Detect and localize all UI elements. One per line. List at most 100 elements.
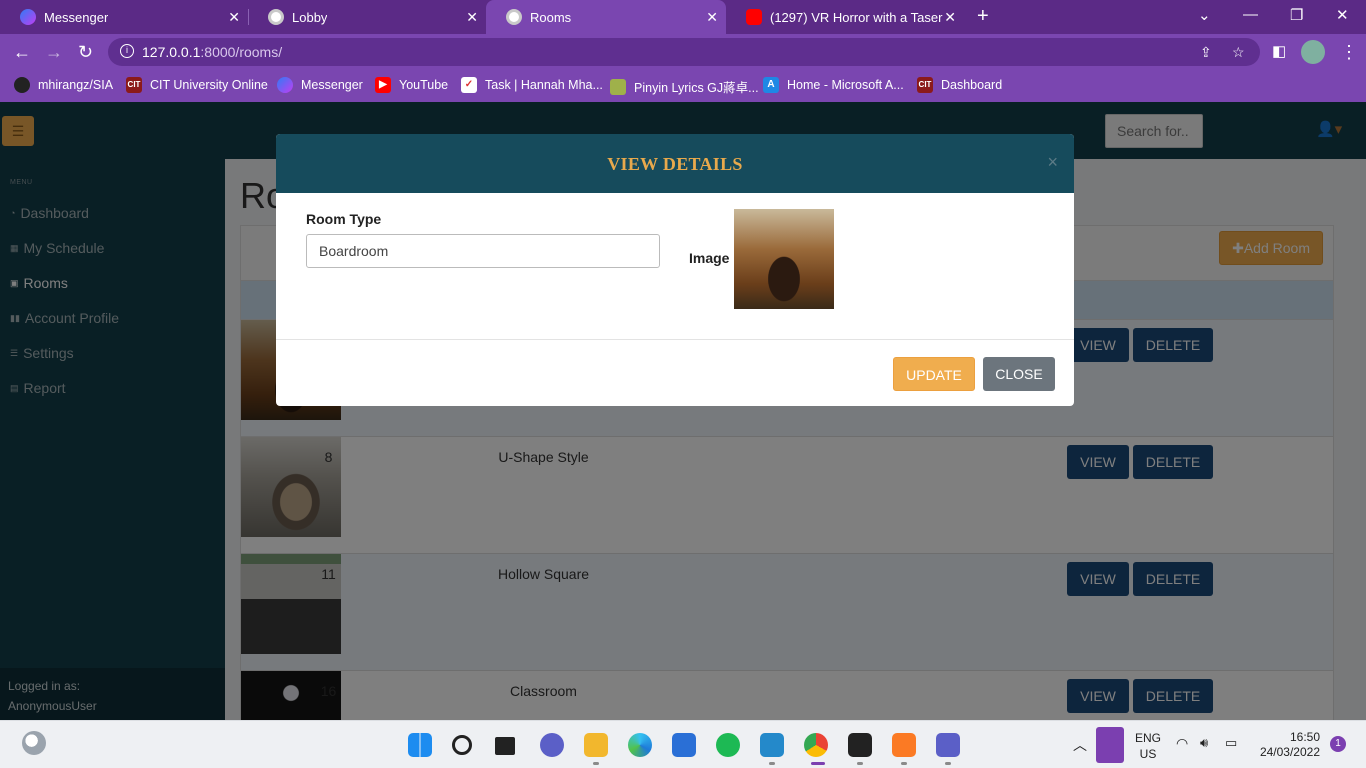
- modal-header: VIEW DETAILS ×: [276, 134, 1074, 193]
- task-view-icon[interactable]: [495, 737, 515, 755]
- bookmark-dashboard[interactable]: CIT Dashboard: [917, 77, 1002, 93]
- close-icon[interactable]: ✕: [228, 9, 240, 25]
- share-icon[interactable]: ⇪: [1200, 44, 1212, 61]
- windows-start-icon[interactable]: [408, 733, 432, 757]
- search-icon[interactable]: [452, 735, 472, 755]
- bookmark-cit[interactable]: CIT CIT University Online: [126, 77, 268, 93]
- url-input[interactable]: i 127.0.0.1:8000/rooms/ ⇪ ☆: [108, 38, 1260, 66]
- task-icon: ✓: [461, 77, 477, 93]
- bookmark-label: Messenger: [301, 78, 363, 92]
- spotify-icon[interactable]: [716, 733, 740, 757]
- region-code: US: [1139, 747, 1157, 761]
- tab-title: Lobby: [292, 9, 328, 25]
- forward-icon[interactable]: →: [45, 42, 63, 62]
- tab-youtube[interactable]: (1297) VR Horror with a Taser | D ✕: [726, 0, 964, 34]
- update-button[interactable]: UPDATE: [893, 357, 975, 391]
- close-icon[interactable]: ✕: [466, 9, 478, 25]
- bookmark-label: YouTube: [399, 78, 449, 92]
- bookmarks-bar: mhirangz/SIA CIT CIT University Online Me…: [0, 70, 1366, 102]
- close-button[interactable]: CLOSE: [983, 357, 1055, 391]
- azure-icon: A: [763, 77, 779, 93]
- running-indicator: [593, 762, 599, 765]
- running-indicator: [945, 762, 951, 765]
- language-code: ENG: [1135, 731, 1162, 745]
- bookmark-azure[interactable]: A Home - Microsoft A...: [763, 77, 904, 93]
- wifi-icon[interactable]: ◠: [1176, 735, 1188, 752]
- reload-icon[interactable]: ↻: [78, 42, 93, 62]
- terminal-icon[interactable]: [848, 733, 872, 757]
- messenger-icon: [277, 77, 293, 93]
- url-host: 127.0.0.1: [142, 44, 201, 60]
- bookmark-label: Task | Hannah Mha...: [485, 78, 603, 92]
- xampp-icon[interactable]: [892, 733, 916, 757]
- tab-messenger[interactable]: Messenger ✕: [0, 0, 248, 34]
- language-indicator[interactable]: ENG US: [1135, 730, 1161, 762]
- youtube-icon: [746, 9, 762, 25]
- clock-time: 16:50: [1289, 730, 1320, 744]
- bookmark-github[interactable]: mhirangz/SIA: [14, 77, 113, 93]
- bookmark-pinyin[interactable]: Pinyin Lyrics GJ蔣卓...: [610, 77, 759, 96]
- bookmark-label: Home - Microsoft A...: [787, 78, 904, 92]
- star-icon[interactable]: ☆: [1232, 44, 1245, 61]
- clock-date: 24/03/2022: [1259, 745, 1320, 759]
- bookmark-label: mhirangz/SIA: [38, 78, 114, 92]
- tab-lobby[interactable]: Lobby ✕: [248, 0, 486, 34]
- image-label: Image: [689, 250, 730, 266]
- browser-tab-bar: Messenger ✕ Lobby ✕ Rooms ✕ (1297) VR Ho…: [0, 0, 1366, 34]
- tab-title: Rooms: [530, 9, 572, 25]
- globe-icon: [506, 9, 522, 25]
- github-icon: [14, 77, 30, 93]
- url-text: 127.0.0.1:8000/rooms/: [142, 44, 282, 60]
- messenger-icon: [20, 9, 36, 25]
- restore-icon[interactable]: ❐: [1290, 6, 1303, 24]
- profile-avatar[interactable]: [1301, 40, 1325, 64]
- view-details-modal: VIEW DETAILS × Room Type Boardroom Image…: [276, 134, 1074, 406]
- modal-close-icon[interactable]: ×: [1047, 152, 1058, 173]
- bookmark-label: Dashboard: [941, 78, 1003, 92]
- running-indicator: [857, 762, 863, 765]
- edge-icon[interactable]: [628, 733, 652, 757]
- room-preview-image: [734, 209, 834, 309]
- window-close-icon[interactable]: ✕: [1336, 6, 1349, 24]
- battery-icon[interactable]: ▭: [1225, 735, 1237, 751]
- tab-title: (1297) VR Horror with a Taser | D: [770, 9, 945, 25]
- side-panel-icon[interactable]: ◧: [1272, 42, 1286, 62]
- pinyin-icon: [610, 78, 626, 95]
- bookmark-task[interactable]: ✓ Task | Hannah Mha...: [461, 77, 603, 93]
- vscode-icon[interactable]: [760, 733, 784, 757]
- chrome-icon[interactable]: [804, 733, 828, 757]
- back-icon[interactable]: ←: [13, 42, 31, 62]
- store-icon[interactable]: [672, 733, 696, 757]
- bookmark-messenger[interactable]: Messenger: [277, 77, 363, 93]
- file-explorer-icon[interactable]: [584, 733, 608, 757]
- globe-icon: [268, 9, 284, 25]
- tab-search-icon[interactable]: ⌄: [1198, 6, 1211, 24]
- active-indicator: [811, 762, 825, 765]
- teams-icon[interactable]: [936, 733, 960, 757]
- modal-footer-divider: [276, 339, 1074, 340]
- new-tab-button[interactable]: +: [977, 5, 989, 28]
- minimize-icon[interactable]: —: [1243, 6, 1258, 23]
- site-info-icon[interactable]: i: [120, 44, 134, 58]
- running-indicator: [769, 762, 775, 765]
- modal-title: VIEW DETAILS: [607, 154, 743, 174]
- address-bar-row: ← → ↻ i 127.0.0.1:8000/rooms/ ⇪ ☆ ◧ ⋮: [0, 34, 1366, 70]
- microphone-icon[interactable]: [1096, 727, 1124, 763]
- chat-icon[interactable]: [540, 733, 564, 757]
- running-indicator: [901, 762, 907, 765]
- taskbar: ︿ ENG US ◠ 🔊︎ ▭ 16:50 24/03/2022: [0, 720, 1366, 768]
- menu-dots-icon[interactable]: ⋮: [1340, 42, 1358, 62]
- tab-rooms[interactable]: Rooms ✕: [486, 0, 726, 34]
- bookmark-label: CIT University Online: [150, 78, 268, 92]
- volume-icon[interactable]: 🔊︎: [1200, 735, 1208, 751]
- clock[interactable]: 16:50 24/03/2022: [1258, 730, 1320, 760]
- bookmark-label: Pinyin Lyrics GJ蔣卓...: [634, 81, 759, 95]
- close-icon[interactable]: ✕: [706, 9, 718, 25]
- room-type-input[interactable]: Boardroom: [306, 234, 660, 268]
- widgets-icon[interactable]: [22, 731, 46, 755]
- notification-badge[interactable]: 1: [1330, 736, 1346, 752]
- bookmark-youtube[interactable]: ▶ YouTube: [375, 77, 448, 93]
- tab-title: Messenger: [44, 9, 109, 25]
- close-icon[interactable]: ✕: [944, 9, 956, 25]
- show-hidden-icons-icon[interactable]: ︿: [1073, 735, 1087, 755]
